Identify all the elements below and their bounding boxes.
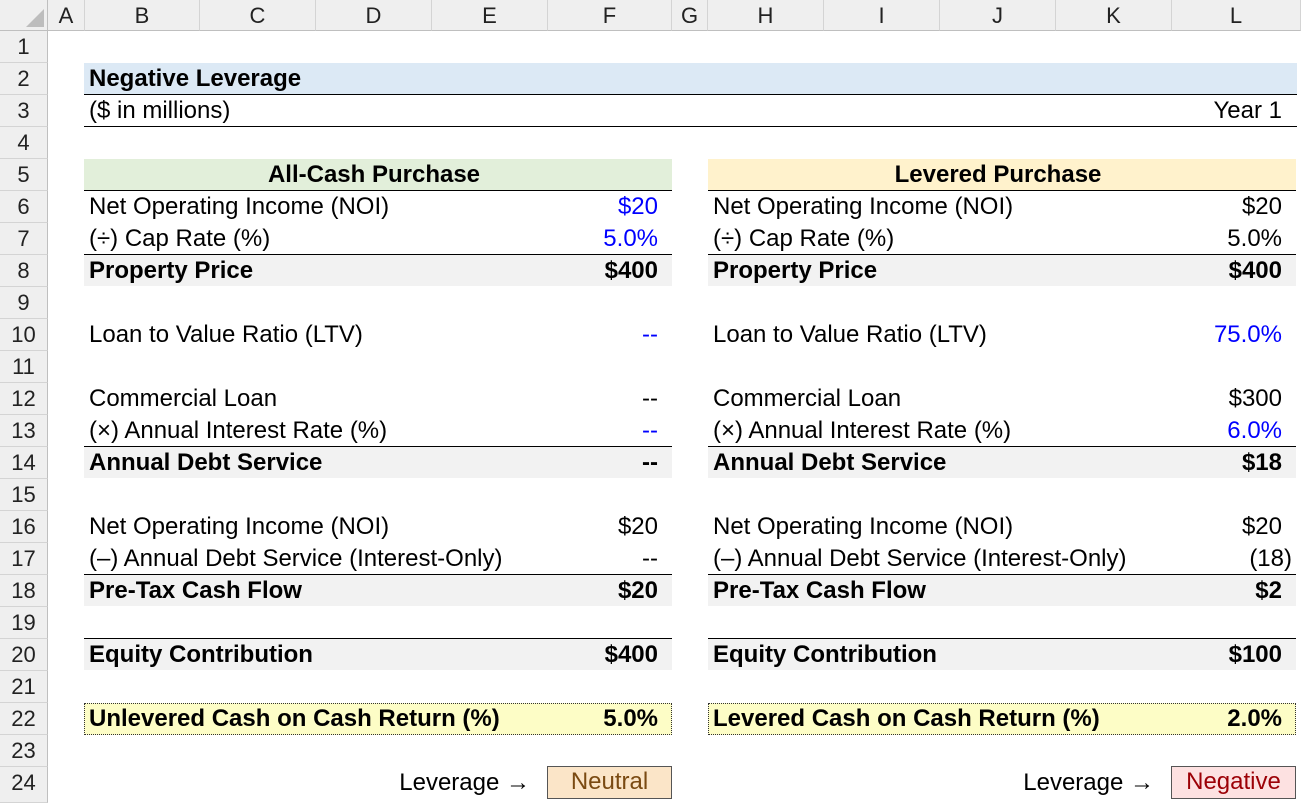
levered-cash-flow-label[interactable]: Pre-Tax Cash Flow: [713, 575, 926, 607]
levered-debt-service-value[interactable]: $18: [1172, 447, 1282, 479]
all-cash-rate-value[interactable]: --: [548, 415, 658, 447]
row-header-4[interactable]: 4: [0, 127, 48, 159]
column-header-d[interactable]: D: [316, 0, 432, 31]
levered-loan-value[interactable]: $300: [1172, 383, 1282, 415]
levered-less-ds-value[interactable]: (18): [1172, 543, 1292, 575]
row-header-16[interactable]: 16: [0, 511, 48, 543]
row-header-24[interactable]: 24: [0, 767, 48, 803]
levered-equity-value[interactable]: $100: [1172, 639, 1282, 671]
row-header-5[interactable]: 5: [0, 159, 48, 191]
levered-noi-value[interactable]: $20: [1172, 191, 1282, 223]
row-header-18[interactable]: 18: [0, 575, 48, 607]
levered-return-value[interactable]: 2.0%: [1172, 703, 1282, 735]
levered-noi-label[interactable]: Net Operating Income (NOI): [713, 191, 1013, 223]
row-header-3[interactable]: 3: [0, 95, 48, 127]
all-cash-noi-value[interactable]: $20: [548, 191, 658, 223]
row-header-11[interactable]: 11: [0, 351, 48, 383]
period-label[interactable]: Year 1: [1100, 95, 1282, 127]
column-header-j[interactable]: J: [940, 0, 1056, 31]
levered-ltv-label[interactable]: Loan to Value Ratio (LTV): [713, 319, 987, 351]
levered-rate-value[interactable]: 6.0%: [1172, 415, 1282, 447]
row-header-10[interactable]: 10: [0, 319, 48, 351]
column-header-e[interactable]: E: [432, 0, 548, 31]
levered-leverage-badge[interactable]: Negative: [1171, 766, 1296, 799]
row-header-21[interactable]: 21: [0, 671, 48, 703]
all-cash-loan-label[interactable]: Commercial Loan: [89, 383, 277, 415]
row-header-22[interactable]: 22: [0, 703, 48, 735]
levered-price-value[interactable]: $400: [1172, 255, 1282, 287]
row-header-1[interactable]: 1: [0, 31, 48, 63]
all-cash-debt-service-label[interactable]: Annual Debt Service: [89, 447, 322, 479]
all-cash-price-label[interactable]: Property Price: [89, 255, 253, 287]
row-header-19[interactable]: 19: [0, 607, 48, 639]
row-header-23[interactable]: 23: [0, 735, 48, 767]
levered-noi2-label[interactable]: Net Operating Income (NOI): [713, 511, 1013, 543]
levered-header[interactable]: Levered Purchase: [708, 159, 1288, 191]
row-header-17[interactable]: 17: [0, 543, 48, 575]
select-all-corner[interactable]: [0, 0, 48, 31]
all-cash-debt-service-value[interactable]: --: [548, 447, 658, 479]
all-cash-cash-flow-value[interactable]: $20: [548, 575, 658, 607]
column-header-h[interactable]: H: [708, 0, 824, 31]
all-cash-return-value[interactable]: 5.0%: [548, 703, 658, 735]
levered-less-ds-label[interactable]: (–) Annual Debt Service (Interest-Only): [713, 543, 1127, 575]
all-cash-price-value[interactable]: $400: [548, 255, 658, 287]
all-cash-ltv-label[interactable]: Loan to Value Ratio (LTV): [89, 319, 363, 351]
row-header-15[interactable]: 15: [0, 479, 48, 511]
all-cash-header[interactable]: All-Cash Purchase: [84, 159, 664, 191]
page-title[interactable]: Negative Leverage: [89, 63, 301, 95]
row-header-8[interactable]: 8: [0, 255, 48, 287]
column-header-g[interactable]: G: [672, 0, 708, 31]
levered-cap-rate-label[interactable]: (÷) Cap Rate (%): [713, 223, 894, 255]
row-header-14[interactable]: 14: [0, 447, 48, 479]
row-header-12[interactable]: 12: [0, 383, 48, 415]
levered-debt-service-label[interactable]: Annual Debt Service: [713, 447, 946, 479]
column-header-b[interactable]: B: [85, 0, 200, 31]
row-header-13[interactable]: 13: [0, 415, 48, 447]
all-cash-less-ds-value[interactable]: --: [548, 543, 658, 575]
levered-leverage-label[interactable]: Leverage →: [954, 767, 1154, 799]
all-cash-equity-value[interactable]: $400: [548, 639, 658, 671]
levered-cap-rate-value[interactable]: 5.0%: [1172, 223, 1282, 255]
all-cash-noi2-label[interactable]: Net Operating Income (NOI): [89, 511, 389, 543]
all-cash-cap-rate-value[interactable]: 5.0%: [548, 223, 658, 255]
all-cash-leverage-label[interactable]: Leverage →: [330, 767, 530, 799]
all-cash-cash-flow-label[interactable]: Pre-Tax Cash Flow: [89, 575, 302, 607]
column-header-a[interactable]: A: [48, 0, 85, 31]
column-header-k[interactable]: K: [1056, 0, 1172, 31]
column-header-f[interactable]: F: [548, 0, 672, 31]
all-cash-equity-label[interactable]: Equity Contribution: [89, 639, 313, 671]
column-header-c[interactable]: C: [200, 0, 316, 31]
levered-rate-label[interactable]: (×) Annual Interest Rate (%): [713, 415, 1011, 447]
all-cash-leverage-badge[interactable]: Neutral: [547, 766, 672, 799]
all-cash-noi2-value[interactable]: $20: [548, 511, 658, 543]
all-cash-ltv-value[interactable]: --: [548, 319, 658, 351]
row-header-6[interactable]: 6: [0, 191, 48, 223]
all-cash-noi-label[interactable]: Net Operating Income (NOI): [89, 191, 389, 223]
all-cash-cap-rate-label[interactable]: (÷) Cap Rate (%): [89, 223, 270, 255]
levered-cash-flow-value[interactable]: $2: [1172, 575, 1282, 607]
levered-noi2-value[interactable]: $20: [1172, 511, 1282, 543]
row-header-7[interactable]: 7: [0, 223, 48, 255]
all-cash-loan-value[interactable]: --: [548, 383, 658, 415]
column-header-i[interactable]: I: [824, 0, 940, 31]
column-header-l[interactable]: L: [1172, 0, 1301, 31]
row-header-9[interactable]: 9: [0, 287, 48, 319]
all-cash-less-ds-label[interactable]: (–) Annual Debt Service (Interest-Only): [89, 543, 503, 575]
levered-equity-label[interactable]: Equity Contribution: [713, 639, 937, 671]
all-cash-rate-label[interactable]: (×) Annual Interest Rate (%): [89, 415, 387, 447]
levered-ltv-value[interactable]: 75.0%: [1172, 319, 1282, 351]
select-all-triangle-icon: [26, 9, 44, 27]
levered-loan-label[interactable]: Commercial Loan: [713, 383, 901, 415]
levered-price-label[interactable]: Property Price: [713, 255, 877, 287]
all-cash-return-label[interactable]: Unlevered Cash on Cash Return (%): [89, 703, 500, 735]
row-header-2[interactable]: 2: [0, 63, 48, 95]
units-label[interactable]: ($ in millions): [89, 95, 230, 127]
levered-return-label[interactable]: Levered Cash on Cash Return (%): [713, 703, 1100, 735]
row-header-20[interactable]: 20: [0, 639, 48, 671]
